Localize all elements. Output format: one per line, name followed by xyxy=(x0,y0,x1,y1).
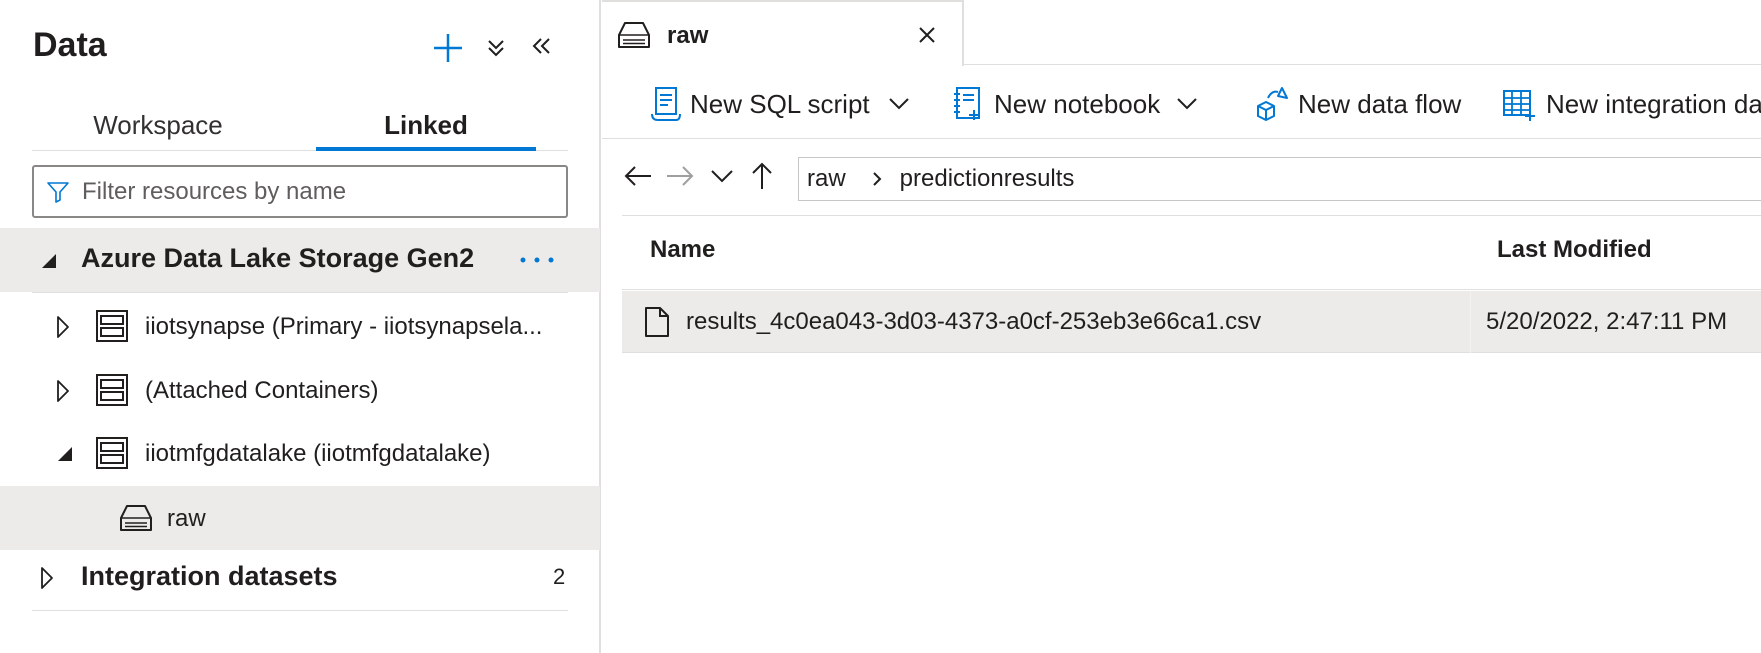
caret-expanded-icon xyxy=(58,447,72,461)
table-row[interactable]: results_4c0ea043-3d03-4373-a0cf-253eb3e6… xyxy=(622,291,1761,353)
add-resource-button[interactable] xyxy=(428,28,468,68)
document-tab-label: raw xyxy=(667,22,709,49)
chevron-right-icon xyxy=(872,172,882,186)
group-label: Integration datasets xyxy=(81,561,338,591)
dataset-count-badge: 2 xyxy=(553,564,566,589)
document-tab-raw[interactable]: raw xyxy=(602,0,964,66)
panel-title: Data xyxy=(33,26,107,64)
sql-script-icon xyxy=(651,87,681,121)
breadcrumb-item-predictionresults[interactable]: predictionresults xyxy=(900,165,1075,193)
tab-linked[interactable]: Linked xyxy=(316,98,536,152)
caret-collapsed-icon xyxy=(57,316,69,338)
collapse-panel-button[interactable] xyxy=(524,28,560,64)
storage-account-icon xyxy=(96,374,128,406)
header-divider xyxy=(622,289,1761,290)
new-sql-script-button[interactable]: New SQL script xyxy=(650,80,910,128)
toolbar-label: New SQL script xyxy=(690,88,870,119)
group-divider xyxy=(32,610,568,611)
chevron-down-icon xyxy=(1177,98,1197,110)
breadcrumb: raw predictionresults xyxy=(798,157,1761,201)
tree-item-label: iiotsynapse (Primary - iiotsynapsela... xyxy=(145,313,543,340)
storage-account-icon xyxy=(96,310,128,342)
toolbar-label: New data flow xyxy=(1298,88,1462,119)
container-icon xyxy=(618,22,650,48)
close-tab-button[interactable] xyxy=(912,20,942,50)
filter-box xyxy=(32,165,568,218)
new-notebook-button[interactable]: New notebook xyxy=(952,80,1198,128)
tree-item-label: (Attached Containers) xyxy=(145,377,379,404)
caret-collapsed-icon xyxy=(57,380,69,402)
tab-workspace[interactable]: Workspace xyxy=(72,98,244,152)
file-name: results_4c0ea043-3d03-4373-a0cf-253eb3e6… xyxy=(686,307,1262,335)
up-level-button[interactable] xyxy=(742,158,782,194)
content-pane: raw New SQL script New notebook New data… xyxy=(602,0,1761,653)
more-options-button[interactable] xyxy=(515,242,559,278)
caret-collapsed-icon xyxy=(41,567,53,589)
recent-locations-button[interactable] xyxy=(702,158,742,194)
tree-item-attached-containers[interactable]: (Attached Containers) xyxy=(0,360,600,422)
tabstrip-line xyxy=(964,64,1761,65)
toolbar-label: New notebook xyxy=(994,88,1161,119)
group-integration-datasets[interactable]: Integration datasets 2 xyxy=(0,550,600,606)
column-header-last-modified[interactable]: Last Modified xyxy=(1497,236,1652,264)
table-icon xyxy=(1503,90,1535,121)
toolbar-divider xyxy=(602,138,1761,139)
toolbar-label: New integration da xyxy=(1546,88,1761,119)
tree-item-label: iiotmfgdatalake (iiotmfgdatalake) xyxy=(145,440,491,467)
arrow-up-icon xyxy=(752,162,772,189)
arrow-left-icon xyxy=(624,166,651,186)
tree-item-iiotsynapse[interactable]: iiotsynapse (Primary - iiotsynapsela... xyxy=(0,296,600,358)
tree-item-label: raw xyxy=(167,505,206,532)
container-icon xyxy=(120,505,152,531)
ellipsis-icon xyxy=(520,257,554,263)
new-integration-dataset-button[interactable]: New integration da xyxy=(1502,80,1761,128)
file-icon xyxy=(645,306,669,337)
storage-account-icon xyxy=(96,437,128,469)
arrow-right-icon xyxy=(667,166,694,186)
expand-all-button[interactable] xyxy=(478,30,514,66)
new-data-flow-button[interactable]: New data flow xyxy=(1254,80,1461,128)
filter-icon xyxy=(47,181,69,203)
breadcrumb-item-raw[interactable]: raw xyxy=(807,165,846,193)
tree-item-iiotmfgdatalake[interactable]: iiotmfgdatalake (iiotmfgdatalake) xyxy=(0,423,600,485)
back-button[interactable] xyxy=(618,158,658,194)
forward-button[interactable] xyxy=(660,158,700,194)
close-icon xyxy=(919,27,935,43)
plus-icon xyxy=(434,34,462,62)
column-divider xyxy=(1470,291,1471,353)
group-divider xyxy=(32,292,568,293)
tree-item-container-raw[interactable]: raw xyxy=(0,486,600,550)
double-chevron-down-icon xyxy=(488,40,504,57)
data-flow-icon xyxy=(1257,87,1288,121)
group-adls-gen2[interactable]: Azure Data Lake Storage Gen2 xyxy=(0,228,600,292)
active-tab-indicator xyxy=(316,147,536,151)
double-chevron-left-icon xyxy=(532,38,550,54)
filter-resources-input[interactable] xyxy=(82,177,542,206)
chevron-down-icon xyxy=(711,170,733,183)
chevron-down-icon xyxy=(888,98,909,110)
notebook-icon xyxy=(954,87,980,120)
caret-expanded-icon xyxy=(42,254,56,268)
data-hub-panel: Data Workspace Linked Azure Data Lake St… xyxy=(0,0,601,653)
group-label: Azure Data Lake Storage Gen2 xyxy=(81,243,475,273)
file-last-modified: 5/20/2022, 2:47:11 PM xyxy=(1486,307,1728,335)
path-divider xyxy=(622,215,1761,216)
column-header-name[interactable]: Name xyxy=(650,236,715,264)
